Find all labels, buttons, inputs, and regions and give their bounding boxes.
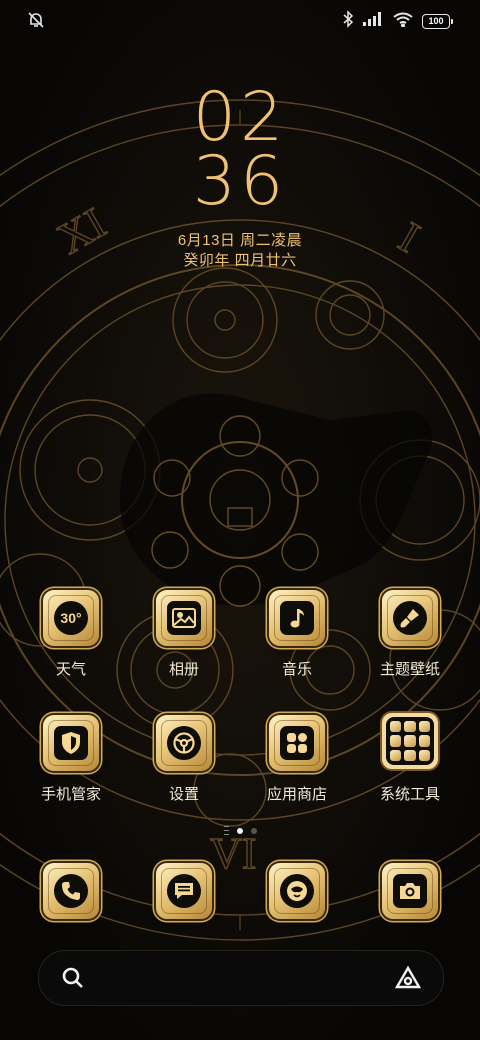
page-list-icon [223,826,229,835]
page-dot-active [236,827,243,834]
app-label: 设置 [168,786,199,803]
vibrate-off-icon [26,10,46,35]
app-label: 手机管家 [40,786,101,803]
weather-icon: 30° [43,590,99,646]
shield-icon [43,715,99,771]
app-label: 主题壁纸 [379,661,440,678]
search-bar[interactable] [38,950,444,1006]
app-security[interactable]: 手机管家 [21,715,121,804]
folder-icon [380,711,440,771]
app-themes[interactable]: 主题壁纸 [360,590,460,679]
app-label: 音乐 [281,661,312,678]
app-label: 应用商店 [266,786,327,803]
page-dot [250,827,257,834]
dock-browser[interactable] [247,863,347,919]
camera-icon [382,863,438,919]
bluetooth-icon [342,10,354,33]
signal-icon [362,11,384,32]
clock-hour[interactable]: 02 [0,84,480,152]
folder-system-tools[interactable]: 系统工具 [360,711,460,804]
app-gallery[interactable]: 相册 [134,590,234,679]
app-label: 系统工具 [379,786,440,803]
app-label: 相册 [168,661,199,678]
music-note-icon [269,590,325,646]
app-weather[interactable]: 30° 天气 [21,590,121,679]
status-bar: 100 [0,0,480,40]
clock-minute[interactable]: 36 [0,148,480,216]
gallery-icon [156,590,212,646]
phone-icon [43,863,99,919]
dock-phone[interactable] [21,863,121,919]
app-grid-icon [269,715,325,771]
browser-icon [269,863,325,919]
wifi-icon [392,11,414,32]
message-icon [156,863,212,919]
steering-wheel-icon [156,715,212,771]
app-store[interactable]: 应用商店 [247,715,347,804]
lunar-date-text: 癸卯年 四月廿六 [183,252,297,269]
weather-temp-badge: 30° [60,610,82,626]
app-music[interactable]: 音乐 [247,590,347,679]
battery-icon: 100 [422,14,453,29]
date-text: 6月13日 周二凌晨 [177,232,303,249]
page-indicator[interactable] [0,826,480,835]
assistant-icon[interactable] [394,965,422,995]
dock-camera[interactable] [360,863,460,919]
paint-brush-icon [382,590,438,646]
app-label: 天气 [55,661,86,678]
dock-messages[interactable] [134,863,234,919]
search-icon[interactable] [61,966,85,995]
app-settings[interactable]: 设置 [134,715,234,804]
